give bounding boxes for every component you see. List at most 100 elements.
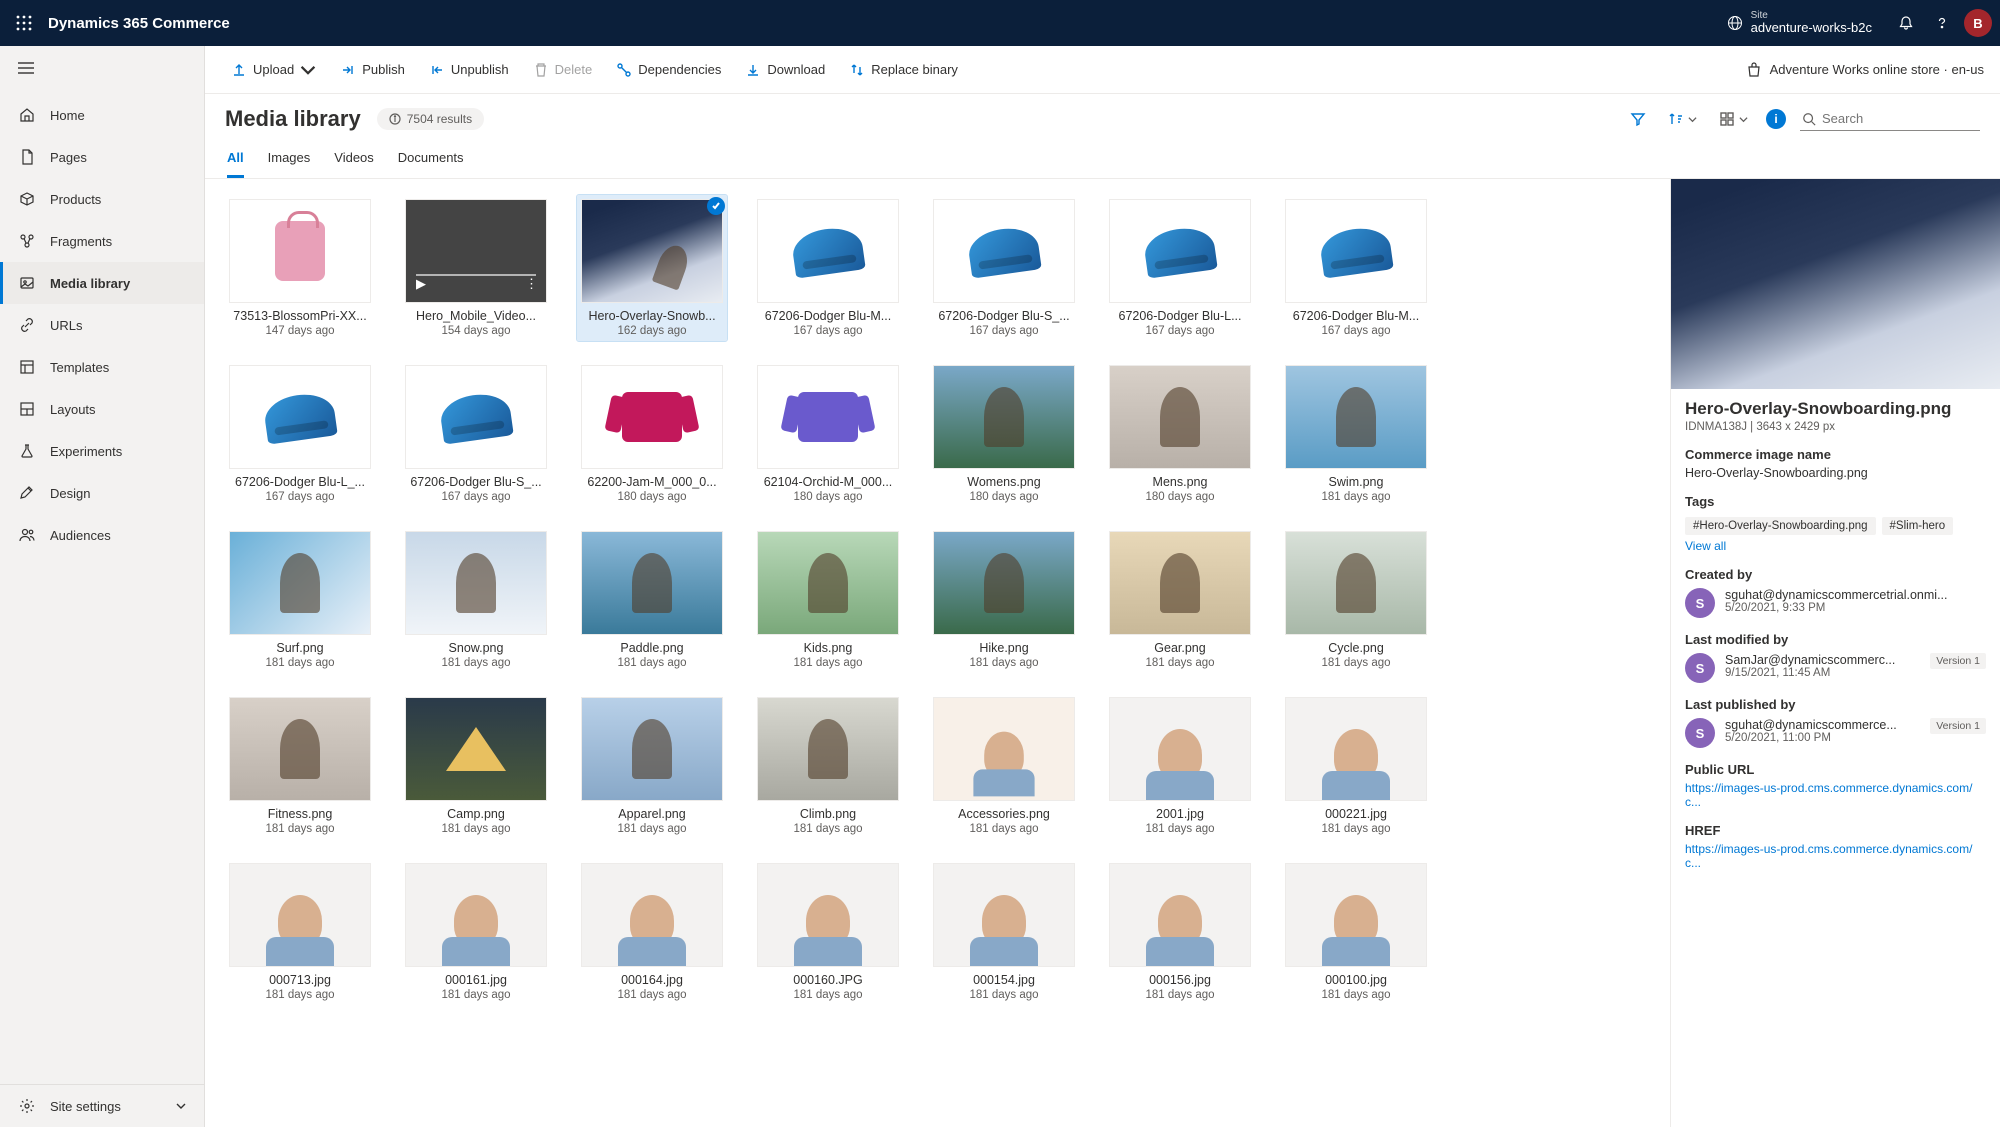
tile-name: 000164.jpg xyxy=(581,973,723,987)
search-input[interactable] xyxy=(1822,111,1998,126)
media-tile[interactable]: 73513-BlossomPri-XX...147 days ago xyxy=(225,195,375,341)
media-tile[interactable]: 67206-Dodger Blu-L_...167 days ago xyxy=(225,361,375,507)
flask-icon xyxy=(18,442,36,460)
sidebar-item-label: Products xyxy=(50,192,101,207)
media-tile[interactable]: 67206-Dodger Blu-M...167 days ago xyxy=(1281,195,1431,341)
tile-name: Swim.png xyxy=(1285,475,1427,489)
people-icon xyxy=(18,526,36,544)
media-tile[interactable]: 67206-Dodger Blu-L...167 days ago xyxy=(1105,195,1255,341)
media-tile[interactable]: Cycle.png181 days ago xyxy=(1281,527,1431,673)
media-tile[interactable]: Camp.png181 days ago xyxy=(401,693,551,839)
tag[interactable]: #Slim-hero xyxy=(1882,517,1954,535)
tile-name: Surf.png xyxy=(229,641,371,655)
media-tile[interactable]: Accessories.png181 days ago xyxy=(929,693,1079,839)
fragment-icon xyxy=(18,232,36,250)
media-tile[interactable]: 67206-Dodger Blu-S_...167 days ago xyxy=(929,195,1079,341)
href-link[interactable]: https://images-us-prod.cms.commerce.dyna… xyxy=(1685,842,1986,870)
site-picker[interactable]: Site adventure-works-b2c xyxy=(1727,10,1872,35)
site-settings[interactable]: Site settings xyxy=(0,1085,204,1127)
help-icon[interactable] xyxy=(1924,5,1960,41)
sidebar-item-urls[interactable]: URLs xyxy=(0,304,204,346)
search-icon xyxy=(1802,112,1816,126)
media-tile[interactable]: 000713.jpg181 days ago xyxy=(225,859,375,1005)
sidebar-item-products[interactable]: Products xyxy=(0,178,204,220)
media-tile[interactable]: 000154.jpg181 days ago xyxy=(929,859,1079,1005)
media-tile[interactable]: 000161.jpg181 days ago xyxy=(401,859,551,1005)
media-tile[interactable]: 2001.jpg181 days ago xyxy=(1105,693,1255,839)
user-avatar[interactable]: B xyxy=(1964,9,1992,37)
media-tile[interactable]: 000100.jpg181 days ago xyxy=(1281,859,1431,1005)
tile-name: Snow.png xyxy=(405,641,547,655)
media-tile[interactable]: Climb.png181 days ago xyxy=(753,693,903,839)
tile-age: 181 days ago xyxy=(265,657,334,669)
version-badge: Version 1 xyxy=(1930,653,1986,669)
filter-button[interactable] xyxy=(1626,107,1650,131)
sidebar-toggle[interactable] xyxy=(0,46,204,90)
media-tile[interactable]: Womens.png180 days ago xyxy=(929,361,1079,507)
tag[interactable]: #Hero-Overlay-Snowboarding.png xyxy=(1685,517,1876,535)
sidebar-item-templates[interactable]: Templates xyxy=(0,346,204,388)
media-tile[interactable]: 000164.jpg181 days ago xyxy=(577,859,727,1005)
details-toggle[interactable]: i xyxy=(1766,109,1786,129)
tile-name: Hero_Mobile_Video... xyxy=(405,309,547,323)
media-tile[interactable]: 62200-Jam-M_000_0...180 days ago xyxy=(577,361,727,507)
tab-documents[interactable]: Documents xyxy=(398,142,464,178)
media-tile[interactable]: Snow.png181 days ago xyxy=(401,527,551,673)
media-tile[interactable]: 000221.jpg181 days ago xyxy=(1281,693,1431,839)
result-count: 7504 results xyxy=(377,108,484,130)
tab-all[interactable]: All xyxy=(227,142,244,178)
media-tile[interactable]: Hero-Overlay-Snowb...162 days ago xyxy=(577,195,727,341)
media-tile[interactable]: ▶⋮Hero_Mobile_Video...154 days ago xyxy=(401,195,551,341)
view-all-tags[interactable]: View all xyxy=(1685,539,1986,553)
info-icon xyxy=(389,113,401,125)
sidebar-item-layouts[interactable]: Layouts xyxy=(0,388,204,430)
sidebar-item-pages[interactable]: Pages xyxy=(0,136,204,178)
sidebar-item-design[interactable]: Design xyxy=(0,472,204,514)
media-tile[interactable]: Fitness.png181 days ago xyxy=(225,693,375,839)
media-tile[interactable]: Paddle.png181 days ago xyxy=(577,527,727,673)
href-label: HREF xyxy=(1685,823,1986,838)
context-picker[interactable]: Adventure Works online store · en-us xyxy=(1746,62,1984,78)
unpublish-button[interactable]: Unpublish xyxy=(419,56,519,84)
image-name-label: Commerce image name xyxy=(1685,447,1986,462)
media-tile[interactable]: 62104-Orchid-M_000... 180 days ago xyxy=(753,361,903,507)
media-tile[interactable]: Kids.png181 days ago xyxy=(753,527,903,673)
media-tile[interactable]: Apparel.png181 days ago xyxy=(577,693,727,839)
media-tile[interactable]: Gear.png181 days ago xyxy=(1105,527,1255,673)
sidebar-item-home[interactable]: Home xyxy=(0,94,204,136)
media-tile[interactable]: Surf.png 181 days ago xyxy=(225,527,375,673)
view-switch-button[interactable] xyxy=(1715,107,1752,131)
media-tile[interactable]: 67206-Dodger Blu-S_...167 days ago xyxy=(401,361,551,507)
publish-button[interactable]: Publish xyxy=(330,56,415,84)
media-tile[interactable]: 000156.jpg181 days ago xyxy=(1105,859,1255,1005)
download-button[interactable]: Download xyxy=(735,56,835,84)
media-tile[interactable]: 67206-Dodger Blu-M...167 days ago xyxy=(753,195,903,341)
app-launcher-icon[interactable] xyxy=(8,7,40,39)
sidebar-item-fragments[interactable]: Fragments xyxy=(0,220,204,262)
media-tile[interactable]: Hike.png181 days ago xyxy=(929,527,1079,673)
search-box[interactable] xyxy=(1800,107,1980,131)
tab-images[interactable]: Images xyxy=(268,142,311,178)
sidebar-item-experiments[interactable]: Experiments xyxy=(0,430,204,472)
sidebar-item-audiences[interactable]: Audiences xyxy=(0,514,204,556)
media-tile[interactable]: Swim.png181 days ago xyxy=(1281,361,1431,507)
sidebar-item-media-library[interactable]: Media library xyxy=(0,262,204,304)
tile-name: 2001.jpg xyxy=(1109,807,1251,821)
notifications-icon[interactable] xyxy=(1888,5,1924,41)
media-tile[interactable]: 000160.JPG181 days ago xyxy=(753,859,903,1005)
media-grid[interactable]: 73513-BlossomPri-XX...147 days ago▶⋮Hero… xyxy=(205,179,1670,1127)
tile-name: 62104-Orchid-M_000... xyxy=(757,475,899,489)
tile-name: 000154.jpg xyxy=(933,973,1075,987)
replace-binary-button[interactable]: Replace binary xyxy=(839,56,968,84)
public-url-link[interactable]: https://images-us-prod.cms.commerce.dyna… xyxy=(1685,781,1986,809)
upload-button[interactable]: Upload xyxy=(221,56,326,84)
media-tile[interactable]: Mens.png180 days ago xyxy=(1105,361,1255,507)
tile-age: 180 days ago xyxy=(793,491,862,503)
dependencies-button[interactable]: Dependencies xyxy=(606,56,731,84)
page-title: Media library xyxy=(225,106,361,132)
tile-age: 181 days ago xyxy=(1321,657,1390,669)
sort-button[interactable] xyxy=(1664,107,1701,131)
created-by-row: S sguhat@dynamicscommercetrial.onmi... 5… xyxy=(1685,588,1986,618)
tags-label: Tags xyxy=(1685,494,1986,509)
tab-videos[interactable]: Videos xyxy=(334,142,374,178)
